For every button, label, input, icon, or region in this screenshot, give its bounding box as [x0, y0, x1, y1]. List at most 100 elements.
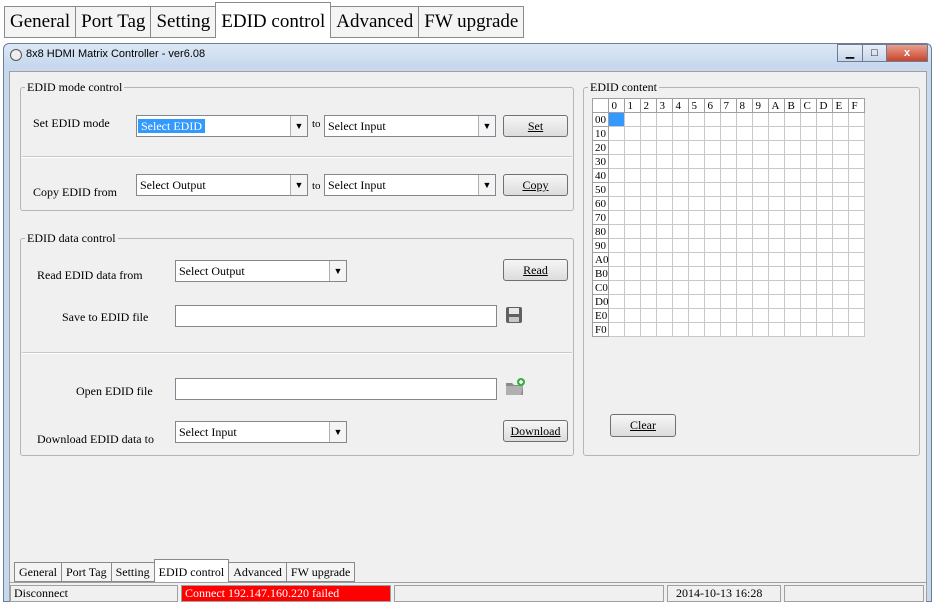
download-button[interactable]: Download	[503, 420, 568, 442]
grid-cell[interactable]	[848, 196, 866, 211]
title-bar[interactable]: 8x8 HDMI Matrix Controller - ver6.08 ▁ □…	[4, 44, 931, 66]
grid-cell[interactable]	[656, 126, 674, 141]
grid-cell[interactable]	[832, 266, 850, 281]
grid-cell[interactable]	[720, 322, 738, 337]
grid-cell[interactable]	[704, 322, 722, 337]
grid-cell[interactable]	[736, 252, 754, 267]
grid-cell[interactable]	[752, 182, 770, 197]
grid-cell[interactable]	[848, 280, 866, 295]
grid-cell[interactable]	[736, 154, 754, 169]
grid-cell[interactable]	[752, 140, 770, 155]
grid-cell[interactable]	[784, 308, 802, 323]
grid-cell[interactable]	[848, 182, 866, 197]
grid-cell[interactable]	[816, 224, 834, 239]
grid-cell[interactable]	[832, 322, 850, 337]
grid-cell[interactable]	[784, 182, 802, 197]
grid-cell[interactable]	[768, 126, 786, 141]
grid-cell[interactable]	[720, 252, 738, 267]
grid-cell[interactable]	[816, 266, 834, 281]
grid-cell[interactable]	[848, 210, 866, 225]
grid-cell[interactable]	[688, 294, 706, 309]
grid-cell[interactable]	[624, 252, 642, 267]
grid-cell[interactable]	[784, 294, 802, 309]
grid-cell[interactable]	[624, 140, 642, 155]
grid-cell[interactable]	[672, 196, 690, 211]
grid-cell[interactable]	[656, 308, 674, 323]
grid-cell[interactable]	[736, 126, 754, 141]
grid-cell[interactable]	[800, 308, 818, 323]
grid-cell[interactable]	[640, 308, 658, 323]
grid-cell[interactable]	[736, 224, 754, 239]
grid-cell[interactable]	[736, 182, 754, 197]
grid-cell[interactable]	[624, 196, 642, 211]
edid-grid-table[interactable]: 0 1 2 3 4 5 6 7 8 9 A B C D E F 00 10 20 30 40 50 60 70 80 90 A0 B0…	[591, 98, 866, 337]
grid-cell[interactable]	[848, 168, 866, 183]
grid-cell[interactable]	[848, 224, 866, 239]
grid-cell[interactable]	[784, 266, 802, 281]
grid-cell[interactable]	[672, 140, 690, 155]
grid-cell[interactable]	[624, 112, 642, 127]
grid-cell[interactable]	[832, 224, 850, 239]
grid-cell[interactable]	[688, 126, 706, 141]
close-button[interactable]: x	[886, 44, 928, 62]
grid-cell[interactable]	[624, 168, 642, 183]
open-folder-icon[interactable]	[504, 377, 526, 397]
grid-cell[interactable]	[704, 210, 722, 225]
grid-cell[interactable]	[688, 238, 706, 253]
grid-cell[interactable]	[848, 238, 866, 253]
grid-cell[interactable]	[768, 308, 786, 323]
grid-cell[interactable]	[656, 112, 674, 127]
grid-cell[interactable]	[784, 238, 802, 253]
grid-cell[interactable]	[704, 182, 722, 197]
grid-cell[interactable]	[784, 322, 802, 337]
grid-cell[interactable]	[832, 140, 850, 155]
top-tab-advanced[interactable]: Advanced	[330, 6, 420, 38]
grid-cell[interactable]	[800, 294, 818, 309]
copy-button[interactable]: Copy	[503, 174, 568, 196]
grid-cell[interactable]	[736, 294, 754, 309]
bottom-tab-general[interactable]: General	[14, 562, 62, 582]
grid-cell[interactable]	[656, 168, 674, 183]
grid-cell[interactable]	[672, 308, 690, 323]
grid-cell[interactable]	[640, 238, 658, 253]
grid-cell[interactable]	[832, 182, 850, 197]
grid-cell[interactable]	[608, 238, 626, 253]
grid-cell[interactable]	[736, 308, 754, 323]
open-path-input[interactable]	[175, 378, 497, 400]
grid-cell[interactable]	[848, 266, 866, 281]
grid-cell[interactable]	[688, 308, 706, 323]
grid-cell[interactable]	[704, 280, 722, 295]
grid-cell[interactable]	[816, 168, 834, 183]
grid-cell[interactable]	[752, 322, 770, 337]
grid-cell[interactable]	[832, 196, 850, 211]
grid-cell[interactable]	[688, 252, 706, 267]
grid-cell[interactable]	[688, 210, 706, 225]
grid-cell[interactable]	[672, 294, 690, 309]
maximize-button[interactable]: □	[862, 44, 887, 62]
grid-cell[interactable]	[688, 168, 706, 183]
bottom-tab-advanced[interactable]: Advanced	[228, 562, 287, 582]
grid-cell[interactable]	[640, 140, 658, 155]
grid-cell[interactable]	[656, 182, 674, 197]
grid-cell[interactable]	[848, 126, 866, 141]
grid-cell[interactable]	[736, 168, 754, 183]
grid-cell[interactable]	[816, 294, 834, 309]
grid-cell[interactable]	[768, 238, 786, 253]
top-tab-setting[interactable]: Setting	[150, 6, 217, 38]
grid-cell[interactable]	[640, 126, 658, 141]
grid-cell[interactable]	[816, 140, 834, 155]
grid-cell[interactable]	[672, 210, 690, 225]
grid-cell[interactable]	[816, 126, 834, 141]
grid-cell[interactable]	[848, 140, 866, 155]
grid-cell[interactable]	[800, 126, 818, 141]
grid-cell[interactable]	[784, 224, 802, 239]
grid-cell[interactable]	[688, 196, 706, 211]
grid-cell[interactable]	[800, 224, 818, 239]
grid-cell[interactable]	[816, 210, 834, 225]
grid-cell[interactable]	[720, 140, 738, 155]
grid-cell[interactable]	[656, 210, 674, 225]
grid-cell[interactable]	[688, 140, 706, 155]
top-tab-fw-upgrade[interactable]: FW upgrade	[418, 6, 525, 38]
grid-cell[interactable]	[784, 140, 802, 155]
grid-cell[interactable]	[784, 210, 802, 225]
